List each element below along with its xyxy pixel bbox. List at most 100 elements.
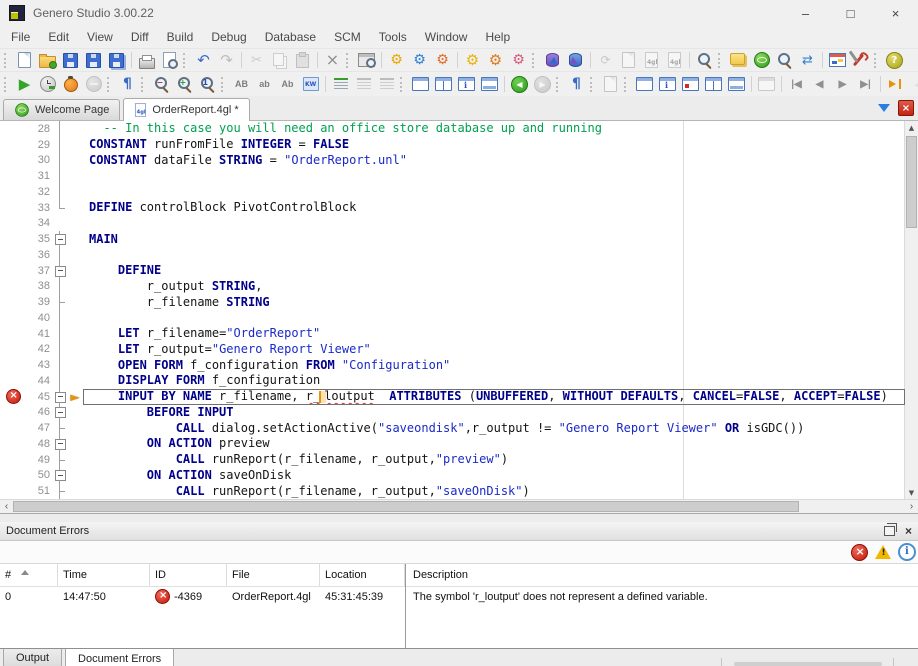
help-button[interactable] (883, 50, 906, 70)
tab-welcome-page[interactable]: Welcome Page (3, 99, 120, 120)
code-text[interactable] (83, 247, 905, 263)
column-header-num[interactable]: # (0, 564, 58, 586)
menu-diff[interactable]: Diff (122, 28, 158, 46)
marker-margin[interactable] (0, 420, 26, 436)
marker-margin[interactable] (0, 231, 26, 247)
code-text[interactable]: ON ACTION saveOnDisk (83, 468, 905, 484)
code-text[interactable]: -- In this case you will need an office … (83, 121, 905, 137)
code-text[interactable]: OPEN FORM f_configuration FROM "Configur… (83, 357, 905, 373)
welcome-page-button[interactable] (750, 50, 773, 70)
window-record-button[interactable] (679, 74, 702, 94)
column-header-file[interactable]: File (227, 564, 320, 586)
run-button[interactable]: ▶ (13, 74, 36, 94)
screenshot-button[interactable] (355, 50, 378, 70)
code-text[interactable]: CALL dialog.setActionActive("saveondisk"… (83, 420, 905, 436)
horizontal-scroll-thumb[interactable] (13, 501, 799, 512)
marker-margin[interactable] (0, 137, 26, 153)
code-text[interactable]: ON ACTION preview (83, 436, 905, 452)
marker-margin[interactable] (0, 405, 26, 421)
menu-debug[interactable]: Debug (202, 28, 255, 46)
scroll-left-button[interactable]: ‹ (0, 500, 13, 513)
new-file-button[interactable] (13, 50, 36, 70)
build-button[interactable]: ⚙ (385, 50, 408, 70)
build-run-button[interactable]: ⚙ (408, 50, 431, 70)
fold-toggle[interactable] (53, 468, 67, 484)
code-text[interactable]: DISPLAY FORM f_configuration (83, 373, 905, 389)
delete-button[interactable]: × (321, 50, 344, 70)
layout-single-button[interactable] (409, 74, 432, 94)
zoom-reset-button[interactable]: 1 (196, 74, 219, 94)
scroll-right-button[interactable]: › (905, 500, 918, 513)
close-panel-button[interactable]: × (905, 525, 912, 537)
column-header-id[interactable]: ID (150, 564, 227, 586)
zoom-out-button[interactable]: − (150, 74, 173, 94)
capitalize-button[interactable]: Ab (276, 74, 299, 94)
marker-margin[interactable] (0, 294, 26, 310)
menu-tools[interactable]: Tools (370, 28, 416, 46)
marker-margin[interactable] (0, 373, 26, 389)
window-info-button[interactable] (656, 74, 679, 94)
save-button[interactable] (59, 50, 82, 70)
next-bookmark-button[interactable] (884, 74, 907, 94)
open-button[interactable] (36, 50, 59, 70)
marker-margin[interactable] (0, 326, 26, 342)
editor-horizontal-scrollbar[interactable]: ‹ › (0, 499, 918, 513)
next-error-button[interactable]: ▶ (831, 74, 854, 94)
marker-margin[interactable] (0, 357, 26, 373)
code-text[interactable]: DEFINE (83, 263, 905, 279)
marker-margin[interactable] (0, 279, 26, 295)
navigate-back-button[interactable]: ◀ (508, 74, 531, 94)
marker-margin[interactable] (0, 200, 26, 216)
marker-margin[interactable] (0, 468, 26, 484)
bottom-scrollbar[interactable] (734, 662, 882, 666)
warning-filter-button[interactable] (875, 545, 891, 559)
unindent-lines-button[interactable] (352, 74, 375, 94)
marker-margin[interactable] (0, 452, 26, 468)
code-text[interactable]: r_output STRING, (83, 279, 905, 295)
info-filter-button[interactable] (898, 543, 916, 561)
recent-files-button[interactable] (727, 50, 750, 70)
window-columns-button[interactable] (702, 74, 725, 94)
navigate-forward-button[interactable]: ▶ (531, 74, 554, 94)
save-all-button[interactable] (105, 50, 128, 70)
code-text[interactable] (83, 310, 905, 326)
code-text[interactable]: CALL runReport(r_filename, r_output,"sav… (83, 483, 905, 499)
menu-file[interactable]: File (2, 28, 39, 46)
fold-toggle[interactable] (53, 405, 67, 421)
copy-button[interactable] (268, 50, 291, 70)
build-all-button[interactable]: ⚙ (461, 50, 484, 70)
code-text[interactable]: INPUT BY NAME r_filename, r_loutput ATTR… (83, 389, 905, 405)
panel-splitter[interactable] (0, 513, 918, 522)
marker-margin[interactable] (0, 436, 26, 452)
tab-list-dropdown-icon[interactable] (878, 104, 890, 112)
code-text[interactable]: MAIN (83, 231, 905, 247)
cut-button[interactable]: ✂ (245, 50, 268, 70)
menu-window[interactable]: Window (416, 28, 477, 46)
zoom-in-button[interactable]: + (173, 74, 196, 94)
marker-margin[interactable] (0, 153, 26, 169)
compile-4gl-button[interactable] (640, 50, 663, 70)
maximize-button[interactable]: □ (828, 0, 873, 26)
form-designer-button[interactable] (826, 50, 849, 70)
clean-button[interactable]: ⚙ (507, 50, 530, 70)
error-filter-button[interactable] (851, 544, 868, 561)
fold-toggle[interactable] (53, 231, 67, 247)
tab-orderreport-4gl[interactable]: OrderReport.4gl * (123, 98, 249, 121)
window-disabled-button[interactable] (755, 74, 778, 94)
marker-margin[interactable] (0, 216, 26, 232)
marker-margin[interactable] (0, 263, 26, 279)
code-editor[interactable]: 28 -- In this case you will need an offi… (0, 121, 918, 499)
print-button[interactable] (135, 50, 158, 70)
undo-button[interactable]: ↶ (192, 50, 215, 70)
find-in-files-button[interactable] (693, 50, 716, 70)
code-text[interactable]: LET r_output="Genero Report Viewer" (83, 342, 905, 358)
code-text[interactable]: CONSTANT runFromFile INTEGER = FALSE (83, 137, 905, 153)
menu-help[interactable]: Help (476, 28, 519, 46)
menu-database[interactable]: Database (256, 28, 325, 46)
bottom-tab-document-errors[interactable]: Document Errors (65, 649, 174, 666)
save-as-button[interactable] (82, 50, 105, 70)
goto-definition-button[interactable]: ⇄ (796, 50, 819, 70)
close-button[interactable]: × (873, 0, 918, 26)
code-text[interactable]: BEFORE INPUT (83, 405, 905, 421)
redo-button[interactable]: ↷ (215, 50, 238, 70)
